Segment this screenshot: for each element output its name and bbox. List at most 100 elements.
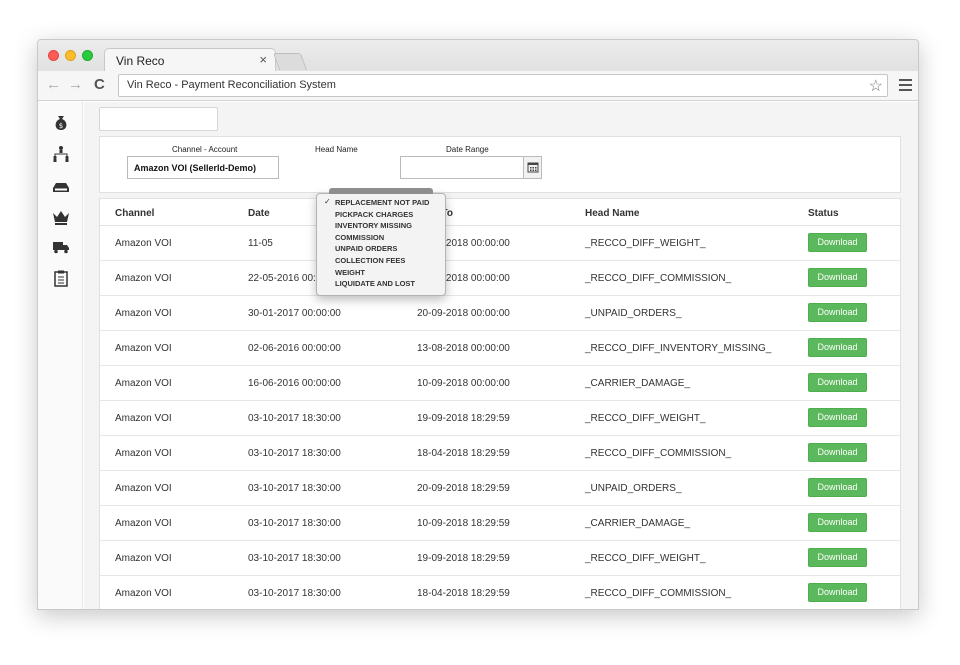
address-bar[interactable]: Vin Reco - Payment Reconciliation System… — [118, 74, 888, 97]
truck-icon[interactable] — [52, 238, 70, 256]
dropdown-option[interactable]: UNPAID ORDERS — [335, 244, 397, 253]
table-row: Amazon VOI 22-05-2016 00:00:00 18-04-2018 … — [100, 261, 900, 296]
browser-window: Vin Reco × ← → C Vin Reco - Payment Reco… — [37, 39, 919, 610]
cell-head-name: _CARRIER_DAMAGE_ — [585, 378, 691, 389]
browser-menu-icon[interactable] — [899, 79, 912, 94]
download-button[interactable]: Download — [808, 338, 867, 357]
dropdown-option[interactable]: INVENTORY MISSING — [335, 221, 412, 230]
browser-tab[interactable]: Vin Reco × — [104, 48, 276, 72]
table-row: Amazon VOI 16-06-2016 00:00:00 10-09-2018 … — [100, 366, 900, 401]
cell-channel: Amazon VOI — [115, 238, 172, 249]
date-range-label: Date Range — [446, 145, 489, 154]
cell-date-from: 03-10-2017 18:30:00 — [248, 448, 341, 459]
download-button[interactable]: Download — [808, 478, 867, 497]
hierarchy-icon[interactable] — [52, 145, 70, 163]
channel-account-select[interactable]: Amazon VOI (SellerId-Demo) — [127, 156, 279, 179]
date-range-input[interactable] — [400, 156, 542, 179]
browser-toolbar: ← → C Vin Reco - Payment Reconciliation … — [38, 71, 918, 101]
crown-icon[interactable] — [52, 208, 70, 226]
cell-date-from: 16-06-2016 00:00:00 — [248, 378, 341, 389]
sidebar: $ — [38, 102, 83, 609]
new-tab-button[interactable] — [272, 53, 308, 70]
top-input-field[interactable] — [99, 107, 218, 131]
channel-account-label: Channel - Account — [172, 145, 238, 154]
clipboard-icon[interactable] — [52, 269, 70, 287]
address-text: Vin Reco - Payment Reconciliation System — [127, 79, 336, 91]
tab-title: Vin Reco — [116, 54, 165, 68]
cell-head-name: _RECCO_DIFF_COMMISSION_ — [585, 588, 732, 599]
cell-channel: Amazon VOI — [115, 518, 172, 529]
dropdown-option[interactable]: COLLECTION FEES — [335, 256, 405, 265]
table-row: Amazon VOI 03-10-2017 18:30:00 18-04-2018 … — [100, 436, 900, 471]
tab-bar: Vin Reco × — [38, 40, 918, 72]
cell-channel: Amazon VOI — [115, 483, 172, 494]
bookmark-star-icon[interactable]: ☆ — [869, 76, 883, 96]
download-button[interactable]: Download — [808, 583, 867, 602]
dropdown-option[interactable]: COMMISSION — [335, 233, 384, 242]
cell-head-name: _UNPAID_ORDERS_ — [585, 308, 682, 319]
dropdown-header — [329, 188, 433, 194]
cell-date-from: 03-10-2017 18:30:00 — [248, 588, 341, 599]
cell-date-to: 13-08-2018 00:00:00 — [417, 343, 510, 354]
tab-close-icon[interactable]: × — [259, 52, 267, 67]
reload-icon[interactable]: C — [94, 76, 105, 93]
table-row: Amazon VOI 02-06-2016 00:00:00 13-08-2018 … — [100, 331, 900, 366]
cell-head-name: _RECCO_DIFF_COMMISSION_ — [585, 273, 732, 284]
table-header: Channel Date Date To Head Name Status — [100, 199, 900, 226]
download-button[interactable]: Download — [808, 513, 867, 532]
cell-channel: Amazon VOI — [115, 308, 172, 319]
drive-icon[interactable] — [52, 178, 70, 196]
back-icon[interactable]: ← — [46, 76, 61, 93]
cell-channel: Amazon VOI — [115, 413, 172, 424]
check-icon: ✓ — [324, 197, 331, 206]
money-bag-icon[interactable]: $ — [52, 114, 70, 132]
cell-head-name: _RECCO_DIFF_WEIGHT_ — [585, 238, 706, 249]
cell-date-from: 03-10-2017 18:30:00 — [248, 518, 341, 529]
cell-date-to: 18-04-2018 18:29:59 — [417, 588, 510, 599]
download-button[interactable]: Download — [808, 408, 867, 427]
download-button[interactable]: Download — [808, 268, 867, 287]
maximize-window-button[interactable] — [82, 50, 93, 61]
cell-channel: Amazon VOI — [115, 378, 172, 389]
cell-head-name: _RECCO_DIFF_INVENTORY_MISSING_ — [585, 343, 772, 354]
cell-channel: Amazon VOI — [115, 273, 172, 284]
table-row: Amazon VOI 11-05 19-09-2018 00:00:00 _RECCO… — [100, 226, 900, 261]
filter-panel: Channel - Account Head Name Date Range A… — [99, 136, 901, 193]
cell-channel: Amazon VOI — [115, 588, 172, 599]
download-button[interactable]: Download — [808, 548, 867, 567]
download-button[interactable]: Download — [808, 373, 867, 392]
cell-date-to: 19-09-2018 18:29:59 — [417, 553, 510, 564]
dropdown-option[interactable]: LIQUIDATE AND LOST — [335, 279, 415, 288]
cell-channel: Amazon VOI — [115, 343, 172, 354]
cell-head-name: _UNPAID_ORDERS_ — [585, 483, 682, 494]
dropdown-option[interactable]: REPLACEMENT NOT PAID — [335, 198, 429, 207]
cell-date-to: 20-09-2018 00:00:00 — [417, 308, 510, 319]
download-button[interactable]: Download — [808, 443, 867, 462]
head-name-label: Head Name — [315, 145, 358, 154]
calendar-icon[interactable] — [523, 157, 541, 178]
header-date: Date — [248, 208, 270, 219]
cell-head-name: _RECCO_DIFF_COMMISSION_ — [585, 448, 732, 459]
table-row: Amazon VOI 03-10-2017 18:30:00 19-09-2018 … — [100, 401, 900, 436]
forward-icon[interactable]: → — [68, 76, 83, 93]
close-window-button[interactable] — [48, 50, 59, 61]
head-name-dropdown[interactable]: ✓ REPLACEMENT NOT PAID PICKPACK CHARGES IN… — [316, 188, 446, 296]
table-row: Amazon VOI 03-10-2017 18:30:00 10-09-2018 … — [100, 506, 900, 541]
download-button[interactable]: Download — [808, 303, 867, 322]
cell-head-name: _RECCO_DIFF_WEIGHT_ — [585, 553, 706, 564]
cell-date-to: 10-09-2018 18:29:59 — [417, 518, 510, 529]
download-button[interactable]: Download — [808, 233, 867, 252]
cell-channel: Amazon VOI — [115, 553, 172, 564]
dropdown-option[interactable]: WEIGHT — [335, 268, 365, 277]
minimize-window-button[interactable] — [65, 50, 76, 61]
header-status: Status — [808, 208, 839, 219]
reconciliation-table: Channel Date Date To Head Name Status Am… — [99, 198, 901, 609]
header-channel: Channel — [115, 208, 155, 219]
cell-channel: Amazon VOI — [115, 448, 172, 459]
cell-date-from: 03-10-2017 18:30:00 — [248, 553, 341, 564]
cell-date-from: 11-05 — [248, 238, 273, 249]
cell-head-name: _RECCO_DIFF_WEIGHT_ — [585, 413, 706, 424]
main-content: Channel - Account Head Name Date Range A… — [84, 102, 918, 609]
dropdown-option[interactable]: PICKPACK CHARGES — [335, 210, 413, 219]
cell-date-from: 30-01-2017 00:00:00 — [248, 308, 341, 319]
